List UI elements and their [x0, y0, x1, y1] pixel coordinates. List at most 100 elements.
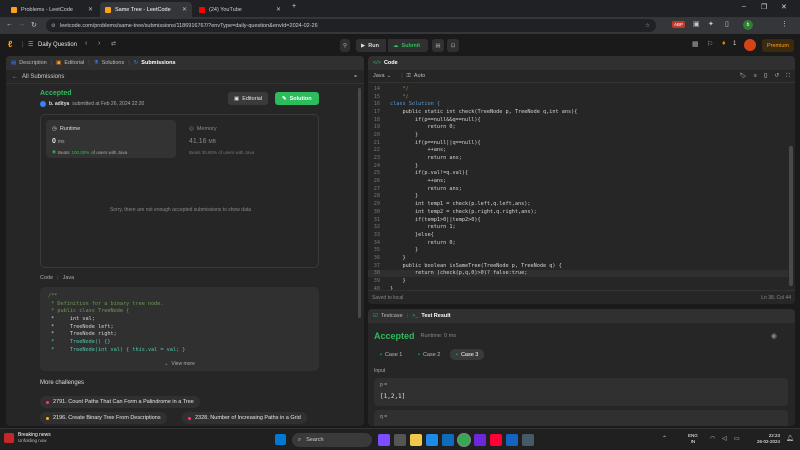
language-indicator[interactable]: ENG IN	[688, 433, 698, 445]
notification-icon[interactable]: 🔔︎	[786, 435, 794, 442]
share-link-icon[interactable]: ⚭	[353, 73, 358, 80]
back-arrow-icon[interactable]: ←	[12, 74, 18, 80]
store-icon[interactable]	[442, 434, 454, 446]
app-icon[interactable]	[522, 434, 534, 446]
challenge-chip[interactable]: 2791. Count Paths That Can Form a Palind…	[40, 396, 200, 408]
wifi-icon[interactable]: ◠	[710, 435, 715, 442]
layout-grid-icon[interactable]: ▦	[692, 40, 699, 48]
challenge-chip[interactable]: 2196. Create Binary Tree From Descriptio…	[40, 412, 167, 424]
run-button[interactable]: ▶ Run	[356, 39, 386, 52]
notification-bell-icon[interactable]: ⚐	[707, 40, 713, 48]
sidepanel-icon[interactable]: ▯	[725, 20, 729, 28]
case-tab-2[interactable]: • Case 2	[412, 349, 446, 360]
editor-scrollbar[interactable]	[789, 146, 793, 286]
extensions-puzzle-icon[interactable]: ✦	[708, 20, 714, 28]
edge-icon[interactable]	[426, 434, 438, 446]
close-icon[interactable]: ✕	[182, 6, 187, 13]
case-label: Case 1	[384, 351, 403, 358]
hard-dot-icon	[188, 416, 191, 420]
chrome-icon[interactable]	[458, 434, 470, 446]
url-field[interactable]: ⚙ leetcode.com/problems/same-tree/submis…	[46, 19, 656, 32]
reload-icon[interactable]: ↻	[31, 21, 37, 29]
vscode-icon[interactable]	[474, 434, 486, 446]
solution-button[interactable]: ✎ Solution	[275, 92, 319, 105]
q-label: q =	[380, 414, 388, 420]
edit-pencil-icon: ✎	[282, 95, 287, 102]
streak-fire-icon[interactable]: ♦	[722, 40, 726, 47]
prev-problem-icon[interactable]: ‹	[85, 40, 87, 47]
app-icon[interactable]	[506, 434, 518, 446]
challenge-chip[interactable]: 2328. Number of Increasing Paths in a Gr…	[182, 412, 307, 424]
premium-button[interactable]: Premium	[762, 39, 794, 52]
line-number: 31	[373, 216, 380, 223]
all-submissions-link[interactable]: All Submissions	[22, 74, 64, 80]
runtime-card[interactable]: ◷ Runtime 0 ms ◉ Beats 100.00% of users w…	[46, 120, 176, 158]
debug-button[interactable]: ⚲	[340, 39, 350, 52]
extension-icon[interactable]: ▣	[693, 20, 700, 28]
case-tab-1[interactable]: • Case 1	[374, 349, 408, 360]
task-view-icon[interactable]	[394, 434, 406, 446]
tab-testcase[interactable]: Testcase	[381, 313, 403, 319]
fullscreen-icon[interactable]: ⛶	[786, 73, 790, 80]
battery-icon[interactable]: ▭	[734, 435, 740, 442]
tab-test-result[interactable]: Test Result	[421, 313, 450, 319]
layout-button[interactable]: ⊡	[447, 39, 459, 52]
tab-solutions[interactable]: Solutions	[102, 60, 125, 66]
saved-status: Saved to local	[372, 294, 404, 301]
leetcode-logo-icon[interactable]: ℓ	[8, 39, 12, 49]
youtube-app-icon[interactable]	[490, 434, 502, 446]
braces-icon[interactable]: {}	[764, 73, 768, 79]
notes-button[interactable]: ▤	[432, 39, 444, 52]
clock[interactable]: 22:23 26-02-2024	[746, 433, 780, 445]
auto-toggle[interactable]: Auto	[414, 73, 425, 79]
forward-icon[interactable]: →	[18, 21, 25, 28]
bookmark-icon[interactable]: 🔖︎	[740, 73, 747, 79]
left-scrollbar[interactable]	[358, 88, 361, 318]
tab-youtube[interactable]: (24) YouTube ✕	[194, 2, 286, 17]
maximize-icon[interactable]: ❐	[761, 3, 767, 11]
close-window-icon[interactable]: ✕	[781, 3, 787, 11]
menu-kebab-icon[interactable]: ⋮	[781, 20, 788, 28]
bookmark-star-icon[interactable]: ☆	[645, 23, 650, 29]
site-info-icon[interactable]: ⚙	[51, 23, 55, 29]
list-icon[interactable]: ☰	[28, 41, 33, 48]
submit-button[interactable]: ☁ Submit	[388, 39, 428, 52]
tab-problems[interactable]: Problems - LeetCode ✕	[6, 2, 98, 17]
news-widget[interactable]: Breaking news Unfolding now	[4, 432, 51, 443]
windows-start-icon[interactable]	[275, 434, 286, 445]
shuffle-icon[interactable]: ⇄	[111, 40, 116, 47]
next-problem-icon[interactable]: ›	[98, 40, 100, 47]
daily-question-link[interactable]: Daily Question	[38, 42, 77, 48]
volume-icon[interactable]: ◁	[722, 435, 727, 442]
memory-card[interactable]: ◎ Memory 41.16 MB Beats 30.80% of users w…	[183, 120, 313, 158]
user-avatar[interactable]	[744, 39, 756, 51]
reset-icon[interactable]: ↺	[775, 73, 780, 79]
new-tab-button[interactable]: +	[292, 3, 296, 10]
minimize-icon[interactable]: –	[742, 3, 746, 10]
tray-chevron-icon[interactable]: ⌃	[662, 435, 667, 442]
case-tab-3[interactable]: • Case 3	[450, 349, 485, 360]
author-avatar	[40, 101, 46, 107]
view-more-button[interactable]: ⌄ View more	[40, 361, 319, 367]
author-name[interactable]: b. aditya	[49, 101, 69, 107]
test-panel-tabs: ☑ Testcase | >_ Test Result	[368, 309, 795, 323]
adblock-extension-icon[interactable]: ABP	[672, 21, 686, 28]
tab-same-tree[interactable]: Same Tree - LeetCode ✕	[100, 2, 192, 17]
close-icon[interactable]: ✕	[276, 6, 281, 13]
back-icon[interactable]: ←	[6, 21, 13, 28]
file-explorer-icon[interactable]	[410, 434, 422, 446]
close-icon[interactable]: ✕	[88, 6, 93, 13]
taskbar-search[interactable]: ⌕ Search	[292, 433, 372, 447]
editorial-button[interactable]: ▣ Editorial	[228, 92, 269, 105]
language-select[interactable]: Java	[373, 73, 385, 79]
terminal-icon: >_	[412, 313, 419, 319]
tab-editorial[interactable]: Editorial	[64, 60, 84, 66]
tab-description[interactable]: Description	[19, 60, 47, 66]
copilot-icon[interactable]	[378, 434, 390, 446]
profile-avatar[interactable]: b	[743, 20, 753, 30]
code-editor-area[interactable]: 14 */15 */16 class Solution {17 public st…	[368, 84, 788, 290]
format-icon[interactable]: ≡	[754, 73, 757, 79]
tab-submissions[interactable]: Submissions	[141, 60, 175, 66]
eye-icon[interactable]: ◉	[771, 332, 777, 340]
code-line: 32 return 1;	[368, 223, 788, 231]
